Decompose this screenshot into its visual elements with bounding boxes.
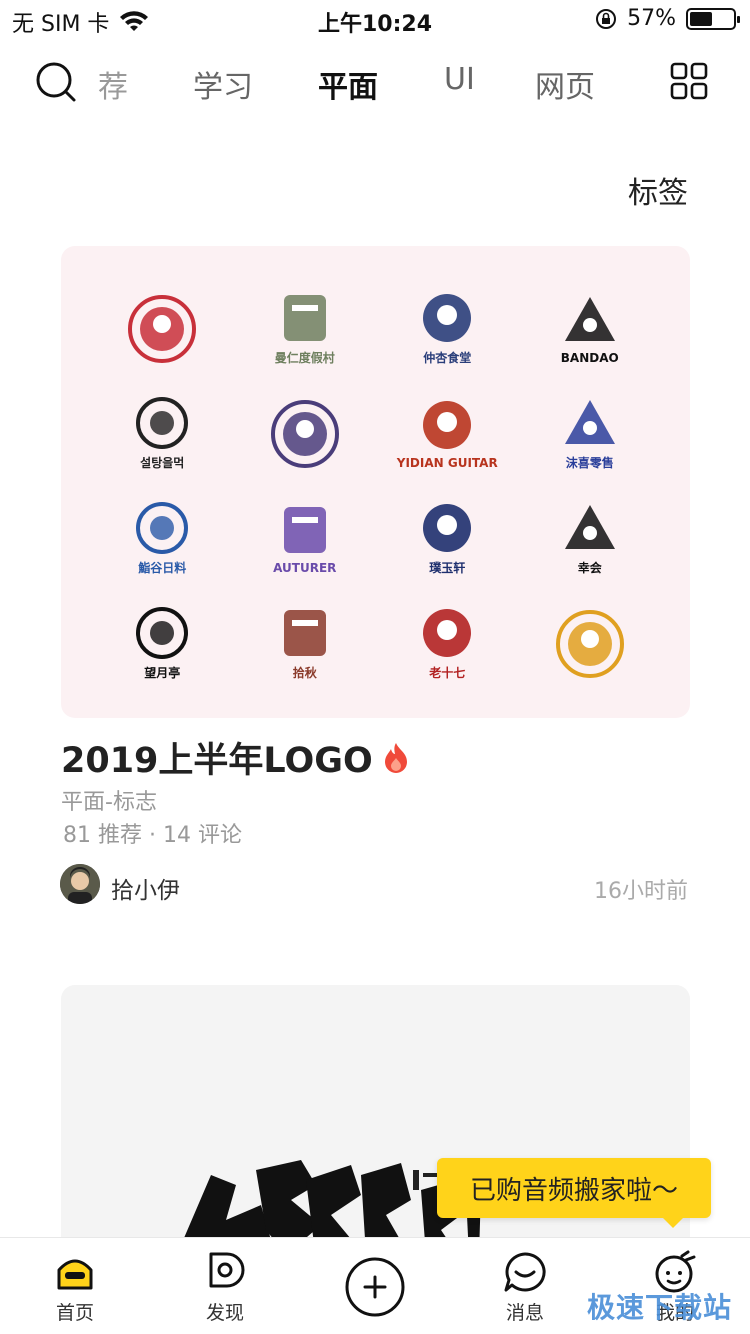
logo-item: 沫喜零售 bbox=[519, 381, 662, 486]
logo-text: 望月亭 bbox=[144, 666, 181, 680]
logo-emblem-icon bbox=[283, 610, 326, 656]
logo-emblem-icon bbox=[136, 607, 189, 659]
logo-text: 沫喜零售 bbox=[565, 456, 614, 470]
tab-home[interactable]: 首页 bbox=[25, 1250, 125, 1325]
logo-item: YIDIAN GUITAR bbox=[376, 381, 519, 486]
tab-discover[interactable]: 发现 bbox=[175, 1250, 275, 1325]
logo-emblem-icon bbox=[136, 502, 189, 554]
tab-messages[interactable]: 消息 bbox=[475, 1250, 575, 1325]
logo-item bbox=[91, 276, 234, 381]
rotation-lock-icon bbox=[596, 8, 617, 29]
tab-ui[interactable]: UI bbox=[444, 62, 475, 97]
tab-add[interactable] bbox=[325, 1256, 425, 1318]
logo-text: 설탕을먹 bbox=[140, 456, 185, 470]
logo-item: BANDAO bbox=[519, 276, 662, 381]
tab-messages-label: 消息 bbox=[505, 1302, 544, 1324]
logo-item: 설탕을먹 bbox=[91, 381, 234, 486]
logo-text: 幸会 bbox=[577, 561, 602, 575]
battery-icon bbox=[686, 7, 740, 30]
logo-text: 鮨谷日料 bbox=[138, 561, 187, 575]
logo-emblem-icon bbox=[283, 295, 326, 341]
tab-web[interactable]: 网页 bbox=[535, 62, 595, 106]
post-time: 16小时前 bbox=[594, 879, 688, 904]
logo-text: AUTURER bbox=[273, 560, 337, 575]
logo-emblem-icon bbox=[423, 609, 472, 657]
tab-recommend[interactable]: 荐 bbox=[98, 62, 128, 106]
logo-item bbox=[234, 381, 377, 486]
tab-home-label: 首页 bbox=[55, 1302, 94, 1324]
card-cover-image[interactable]: 曼仁度假村 仲杏食堂 BANDAO 설탕을먹 YIDIAN GUITAR 沫喜零售鮨谷日料… bbox=[61, 246, 690, 718]
logo-item: AUTURER bbox=[234, 486, 377, 591]
search-icon[interactable] bbox=[34, 60, 78, 104]
logo-emblem-icon bbox=[283, 506, 326, 553]
logo-text: 璞玉轩 bbox=[429, 561, 466, 575]
battery-percent: 57% bbox=[627, 6, 676, 31]
logo-emblem-icon bbox=[564, 505, 615, 549]
status-right: 57% bbox=[595, 6, 740, 31]
logo-emblem-icon bbox=[555, 609, 624, 678]
flame-icon bbox=[384, 742, 407, 773]
logo-grid: 曼仁度假村 仲杏食堂 BANDAO 설탕을먹 YIDIAN GUITAR 沫喜零售鮨谷日料… bbox=[91, 276, 661, 696]
logo-item: 老十七 bbox=[376, 591, 519, 696]
logo-emblem-icon bbox=[423, 504, 472, 552]
logo-item: 望月亭 bbox=[91, 591, 234, 696]
logo-text: 老十七 bbox=[429, 666, 466, 680]
logo-text: YIDIAN GUITAR bbox=[396, 455, 498, 470]
logo-text: 拾秋 bbox=[292, 666, 317, 680]
logo-text: BANDAO bbox=[560, 350, 619, 365]
status-bar: 无 SIM 卡 上午10:24 57% bbox=[0, 0, 750, 40]
logo-emblem-icon bbox=[128, 294, 197, 363]
logo-emblem-icon bbox=[564, 296, 615, 341]
author-name[interactable]: 拾小伊 bbox=[111, 871, 180, 905]
toast-banner[interactable]: 已购音频搬家啦～ bbox=[437, 1158, 711, 1228]
tab-study[interactable]: 学习 bbox=[193, 62, 253, 106]
message-icon bbox=[504, 1252, 546, 1292]
avatar[interactable] bbox=[60, 864, 100, 904]
tab-graphic[interactable]: 平面 bbox=[314, 62, 382, 106]
card-category[interactable]: 平面-标志 bbox=[61, 784, 157, 816]
card-title-text: 2019上半年LOGO bbox=[61, 741, 373, 781]
logo-item bbox=[519, 591, 662, 696]
logo-item: 璞玉轩 bbox=[376, 486, 519, 591]
discover-icon bbox=[209, 1252, 245, 1288]
logo-emblem-icon bbox=[136, 397, 189, 449]
watermark: 极速下载站 bbox=[586, 1291, 732, 1324]
logo-item: 曼仁度假村 bbox=[234, 276, 377, 381]
logo-item: 幸会 bbox=[519, 486, 662, 591]
grid-icon[interactable] bbox=[670, 62, 708, 100]
logo-emblem-icon bbox=[270, 399, 339, 468]
logo-emblem-icon bbox=[423, 294, 472, 342]
logo-item: 鮨谷日料 bbox=[91, 486, 234, 591]
logo-text: 曼仁度假村 bbox=[274, 351, 335, 365]
logo-text: 仲杏食堂 bbox=[423, 351, 472, 365]
tab-discover-label: 发现 bbox=[205, 1302, 244, 1324]
tab-graphic-label: 平面 bbox=[318, 70, 378, 105]
tags-link[interactable]: 标签 bbox=[628, 168, 688, 212]
logo-emblem-icon bbox=[423, 400, 472, 449]
card-stats: 81 推荐 · 14 评论 bbox=[63, 823, 242, 848]
logo-item: 仲杏食堂 bbox=[376, 276, 519, 381]
avatar-image bbox=[60, 864, 100, 904]
add-icon bbox=[345, 1257, 405, 1317]
home-icon bbox=[57, 1259, 93, 1290]
card-title[interactable]: 2019上半年LOGO bbox=[61, 732, 411, 783]
top-nav: 荐 学习 平面 UI 网页 bbox=[0, 50, 750, 120]
logo-emblem-icon bbox=[564, 400, 615, 444]
battery-fill bbox=[690, 11, 713, 26]
logo-item: 拾秋 bbox=[234, 591, 377, 696]
